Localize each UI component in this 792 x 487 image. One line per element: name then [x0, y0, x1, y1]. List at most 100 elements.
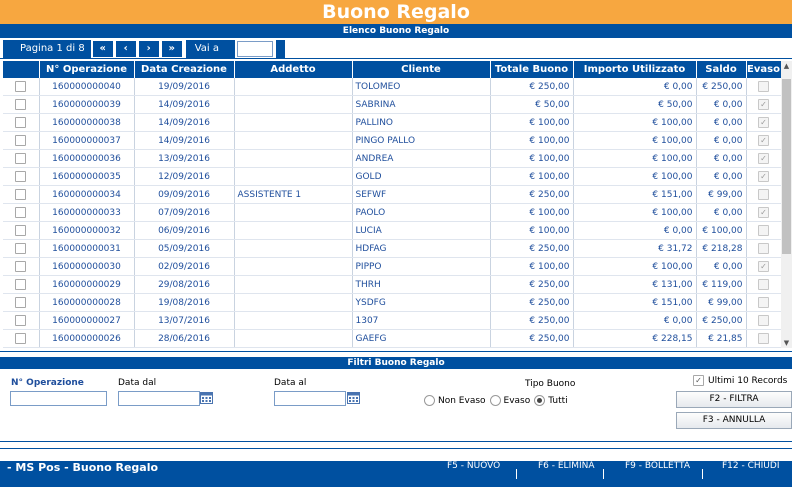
table-row[interactable]: 160000000032 06/09/2016 LUCIA € 100,00 € 0,0…	[3, 221, 781, 240]
new-button[interactable]: F5 - NUOVO	[447, 461, 500, 471]
row-select-checkbox[interactable]	[15, 81, 27, 92]
table-row[interactable]: 160000000029 29/08/2016 THRH € 250,00 € 131,…	[3, 275, 781, 294]
evaso-checkbox: ✓	[758, 171, 769, 182]
row-select-checkbox[interactable]	[15, 117, 27, 128]
cell-saldo: € 0,00	[696, 203, 747, 222]
table-row[interactable]: 16000000002520/06/201620062016€ 250,00€ …	[3, 347, 781, 348]
cell-totale: € 250,00	[490, 329, 574, 348]
table-row[interactable]: 160000000034 09/09/2016 ASSISTENTE 1 SEFWF €…	[3, 185, 781, 204]
list-subtitle: Elenco Buono Regalo	[0, 24, 792, 38]
row-select-checkbox[interactable]	[15, 333, 27, 344]
row-select-checkbox[interactable]	[15, 243, 27, 254]
first-page-button[interactable]: «	[91, 40, 114, 58]
row-select-checkbox[interactable]	[15, 279, 27, 290]
table-row[interactable]: 160000000038 14/09/2016 PALLINO € 100,00 € 1…	[3, 113, 781, 132]
radio-tutti[interactable]	[534, 395, 546, 406]
cell-totale: € 250,00	[490, 239, 574, 258]
cell-saldo: € 119,00	[696, 275, 747, 294]
col-utilizzato[interactable]: Importo Utilizzato	[573, 61, 697, 78]
row-select-checkbox[interactable]	[15, 99, 27, 110]
row-select-checkbox[interactable]	[15, 261, 27, 272]
evaso-checkbox	[758, 225, 769, 236]
receipt-button[interactable]: F9 - BOLLETTA	[625, 461, 690, 471]
cell-operazione: 160000000025	[39, 347, 135, 348]
col-addetto[interactable]: Addetto	[234, 61, 353, 78]
calendar-icon[interactable]	[347, 392, 360, 404]
radio-tutti-label: Tutti	[548, 395, 568, 406]
cell-utilizzato: € 100,00	[573, 113, 697, 132]
filter-button[interactable]: F2 - FILTRA	[676, 391, 792, 408]
row-select-checkbox[interactable]	[15, 135, 27, 146]
row-select-checkbox[interactable]	[15, 315, 27, 326]
table-row[interactable]: 160000000028 19/08/2016 YSDFG € 250,00 € 151…	[3, 293, 781, 312]
cell-select	[3, 221, 40, 240]
cell-saldo: € 0,00	[696, 113, 747, 132]
table-row[interactable]: 160000000030 02/09/2016 PIPPO € 100,00 € 100…	[3, 257, 781, 276]
table-row[interactable]: 160000000039 14/09/2016 SABRINA € 50,00 € 50…	[3, 95, 781, 114]
cell-saldo: € 218,28	[696, 239, 747, 258]
col-data[interactable]: Data Creazione	[134, 61, 235, 78]
goto-page-button[interactable]	[275, 40, 285, 58]
table-row[interactable]: 160000000037 14/09/2016 PINGO PALLO € 100,0…	[3, 131, 781, 150]
cell-cliente: GOLD	[352, 167, 491, 186]
col-cliente[interactable]: Cliente	[352, 61, 491, 78]
cell-evaso	[746, 293, 781, 312]
row-select-checkbox[interactable]	[15, 225, 27, 236]
cell-operazione: 160000000032	[39, 221, 135, 240]
row-select-checkbox[interactable]	[15, 207, 27, 218]
next-page-button[interactable]: ›	[137, 40, 160, 58]
table-row[interactable]: 160000000027 13/07/2016 1307 € 250,00 € 0,00…	[3, 311, 781, 330]
cell-evaso: ✓	[746, 149, 781, 168]
divider	[702, 469, 703, 479]
table-row[interactable]: 160000000036 13/09/2016 ANDREA € 100,00 € 10…	[3, 149, 781, 168]
col-evaso[interactable]: Evaso	[746, 61, 781, 78]
cell-totale: € 250,00	[490, 293, 574, 312]
cell-operazione: 160000000026	[39, 329, 135, 348]
close-button[interactable]: F12 - CHIUDI	[722, 461, 779, 471]
cell-addetto	[234, 167, 353, 186]
prev-page-button[interactable]: ‹	[114, 40, 137, 58]
cell-evaso: ✓	[746, 167, 781, 186]
table-row[interactable]: 160000000035 12/09/2016 GOLD € 100,00 € 100,…	[3, 167, 781, 186]
evaso-checkbox	[758, 297, 769, 308]
calendar-icon[interactable]	[200, 392, 213, 404]
radio-non-evaso[interactable]	[424, 395, 435, 406]
row-select-checkbox[interactable]	[15, 153, 27, 164]
cell-addetto	[234, 113, 353, 132]
col-saldo[interactable]: Saldo	[696, 61, 747, 78]
table-row[interactable]: 160000000040 19/09/2016 TOLOMEO € 250,00 € 0…	[3, 78, 781, 96]
last10-checkbox[interactable]: ✓	[693, 375, 704, 386]
table-row[interactable]: 160000000031 05/09/2016 HDFAG € 250,00 € 31,…	[3, 239, 781, 258]
cell-totale: € 100,00	[490, 221, 574, 240]
col-totale[interactable]: Totale Buono	[490, 61, 574, 78]
cell-data: 13/09/2016	[134, 149, 235, 168]
goto-page-input[interactable]	[236, 41, 273, 57]
cell-saldo: € 250,00	[696, 78, 747, 96]
row-select-checkbox[interactable]	[15, 297, 27, 308]
operazione-input[interactable]	[10, 391, 107, 406]
evaso-checkbox: ✓	[758, 153, 769, 164]
cell-select	[3, 131, 40, 150]
date-to-input[interactable]	[274, 391, 346, 406]
row-select-checkbox[interactable]	[15, 189, 27, 200]
table-scrollbar[interactable]: ▲ ▼	[781, 61, 792, 348]
table-row[interactable]: 160000000026 28/06/2016 GAEFG € 250,00 € 228…	[3, 329, 781, 348]
scroll-down-icon[interactable]: ▼	[781, 338, 792, 348]
delete-button[interactable]: F6 - ELIMINA	[538, 461, 595, 471]
cell-cliente: PALLINO	[352, 113, 491, 132]
cell-utilizzato: € 100,00	[573, 149, 697, 168]
cell-evaso	[746, 275, 781, 294]
last-page-button[interactable]: »	[160, 40, 183, 58]
table-row[interactable]: 160000000033 07/09/2016 PAOLO € 100,00 € 100…	[3, 203, 781, 222]
scroll-thumb[interactable]	[782, 79, 791, 254]
radio-evaso[interactable]	[489, 395, 501, 406]
cell-evaso	[746, 78, 781, 96]
row-select-checkbox[interactable]	[15, 171, 27, 182]
cancel-button[interactable]: F3 - ANNULLA	[676, 412, 792, 429]
date-from-input[interactable]	[118, 391, 200, 406]
cell-evaso: ✓	[746, 131, 781, 150]
cell-data: 19/08/2016	[134, 293, 235, 312]
col-operazione[interactable]: N° Operazione	[39, 61, 135, 78]
scroll-up-icon[interactable]: ▲	[781, 61, 792, 71]
cell-operazione: 160000000028	[39, 293, 135, 312]
